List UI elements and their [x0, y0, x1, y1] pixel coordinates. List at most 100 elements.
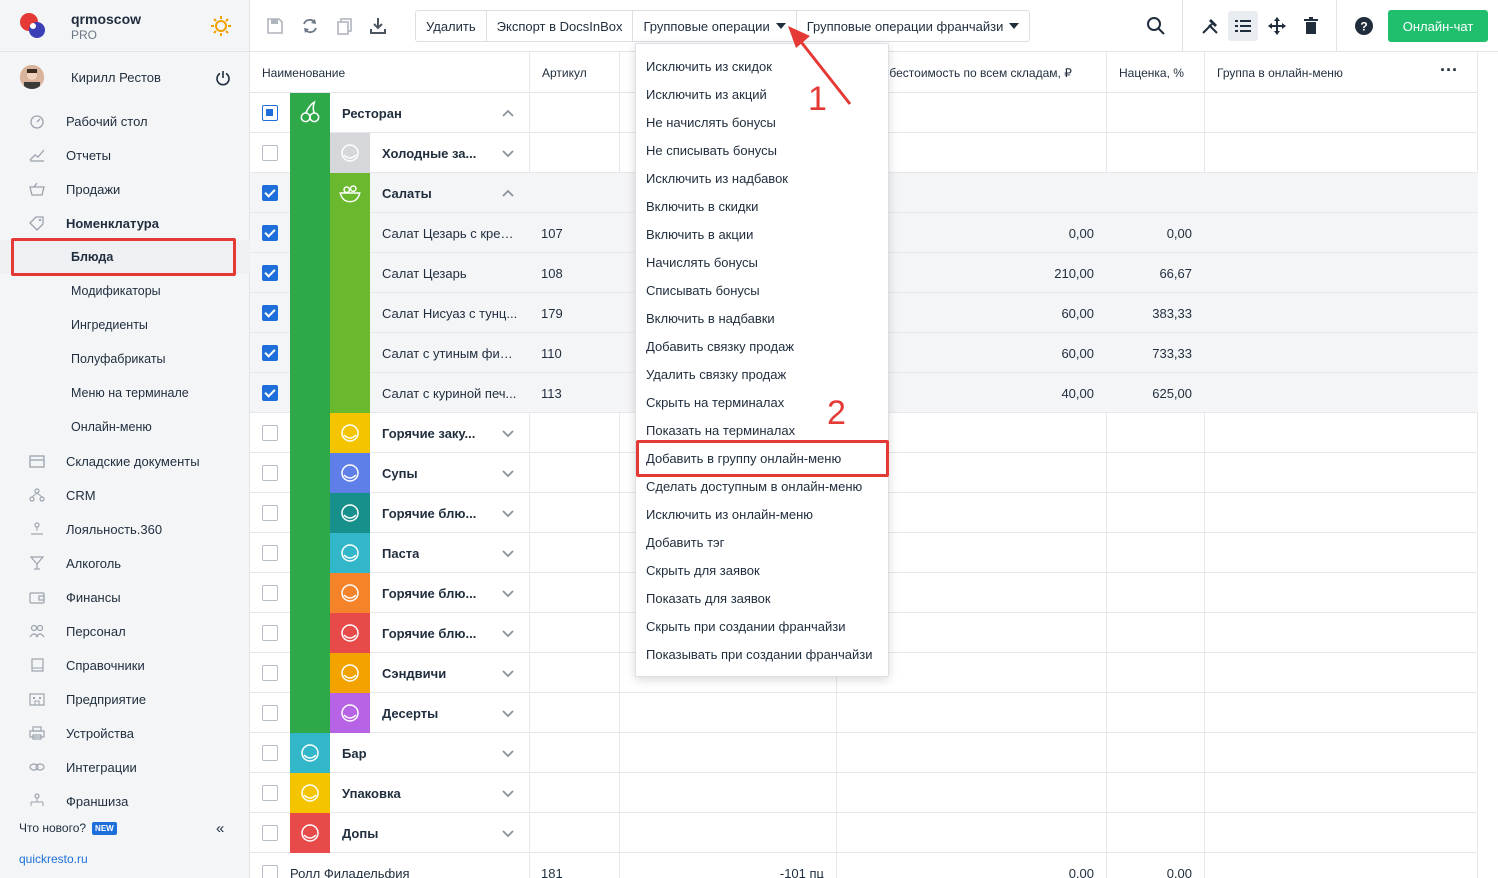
- row-name[interactable]: Упаковка: [342, 786, 401, 801]
- row-name[interactable]: Паста: [382, 546, 419, 561]
- trash-icon[interactable]: [1301, 16, 1321, 36]
- row-checkbox[interactable]: [262, 505, 278, 521]
- chevron-down-icon[interactable]: [502, 627, 514, 639]
- sidebar-item-loyalty[interactable]: Лояльность.360: [0, 512, 250, 546]
- sidebar-item-crm[interactable]: CRM: [0, 478, 250, 512]
- row-checkbox[interactable]: [262, 665, 278, 681]
- menu-item[interactable]: Скрыть на терминалах: [646, 395, 784, 410]
- row-checkbox[interactable]: [262, 425, 278, 441]
- menu-item[interactable]: Показать на терминалах: [646, 423, 795, 438]
- sidebar-item-alcohol[interactable]: Алкоголь: [0, 546, 250, 580]
- sidebar-item-dishes[interactable]: Блюда: [0, 240, 250, 274]
- site-link[interactable]: quickresto.ru: [19, 852, 88, 866]
- column-header-name[interactable]: Наименование: [262, 66, 345, 80]
- chevron-down-icon[interactable]: [502, 467, 514, 479]
- chevron-down-icon[interactable]: [502, 547, 514, 559]
- row-checkbox[interactable]: [262, 465, 278, 481]
- sidebar-item-finance[interactable]: Финансы: [0, 580, 250, 614]
- table-row[interactable]: Ролл Филадельфия 181 -101 пц 0,00 0,00: [250, 853, 1478, 878]
- menu-item[interactable]: Показать для заявок: [646, 591, 771, 606]
- menu-item[interactable]: Исключить из скидок: [646, 59, 772, 74]
- group-operations-button[interactable]: Групповые операции: [633, 11, 797, 41]
- row-checkbox[interactable]: [262, 385, 278, 401]
- column-header-markup[interactable]: Наценка, %: [1119, 66, 1184, 80]
- sidebar-item-enterprise[interactable]: Предприятие: [0, 682, 250, 716]
- row-name[interactable]: Ресторан: [342, 106, 402, 121]
- menu-item[interactable]: Показывать при создании франчайзи: [646, 647, 872, 662]
- menu-item[interactable]: Начислять бонусы: [646, 255, 758, 270]
- menu-item[interactable]: Включить в надбавки: [646, 311, 775, 326]
- logout-power-icon[interactable]: [215, 70, 231, 86]
- sidebar-item-nomenclature[interactable]: Номенклатура: [0, 206, 250, 240]
- row-checkbox[interactable]: [262, 105, 278, 121]
- menu-item[interactable]: Добавить тэг: [646, 535, 724, 550]
- group-row[interactable]: Десерты: [250, 693, 1478, 733]
- row-name[interactable]: Десерты: [382, 706, 438, 721]
- menu-item[interactable]: Скрыть для заявок: [646, 563, 760, 578]
- chevron-down-icon[interactable]: [502, 707, 514, 719]
- menu-item[interactable]: Исключить из онлайн-меню: [646, 507, 813, 522]
- row-name[interactable]: Салат с куриной печ...: [382, 386, 516, 401]
- row-checkbox[interactable]: [262, 825, 278, 841]
- menu-item[interactable]: Исключить из акций: [646, 87, 767, 102]
- sidebar-item-references[interactable]: Справочники: [0, 648, 250, 682]
- row-checkbox[interactable]: [262, 145, 278, 161]
- row-checkbox[interactable]: [262, 345, 278, 361]
- row-checkbox[interactable]: [262, 305, 278, 321]
- row-checkbox[interactable]: [262, 545, 278, 561]
- chevron-down-icon[interactable]: [502, 507, 514, 519]
- delete-button[interactable]: Удалить: [416, 11, 487, 41]
- row-name[interactable]: Горячие заку...: [382, 426, 475, 441]
- menu-item-add-to-online-group[interactable]: Добавить в группу онлайн-меню: [646, 451, 841, 466]
- tools-icon[interactable]: [1200, 16, 1220, 36]
- sidebar-item-sales[interactable]: Продажи: [0, 172, 250, 206]
- row-checkbox[interactable]: [262, 225, 278, 241]
- column-header-cost[interactable]: ля себестоимость по всем складам, ₽: [860, 66, 1098, 80]
- row-checkbox[interactable]: [262, 265, 278, 281]
- user-name[interactable]: Кирилл Рестов: [71, 70, 161, 85]
- menu-item[interactable]: Списывать бонусы: [646, 283, 760, 298]
- help-icon[interactable]: ?: [1354, 16, 1374, 36]
- row-checkbox[interactable]: [262, 585, 278, 601]
- chevron-up-icon[interactable]: [502, 107, 514, 119]
- row-name[interactable]: Салат Цезарь с крев...: [382, 226, 518, 241]
- menu-item[interactable]: Удалить связку продаж: [646, 367, 786, 382]
- menu-item[interactable]: Включить в акции: [646, 227, 753, 242]
- group-row[interactable]: Упаковка: [250, 773, 1478, 813]
- row-checkbox[interactable]: [262, 745, 278, 761]
- menu-item[interactable]: Скрыть при создании франчайзи: [646, 619, 846, 634]
- sidebar-item-modifiers[interactable]: Модификаторы: [0, 274, 250, 308]
- menu-item[interactable]: Не начислять бонусы: [646, 115, 776, 130]
- row-checkbox[interactable]: [262, 185, 278, 201]
- sidebar-item-semifinished[interactable]: Полуфабрикаты: [0, 342, 250, 376]
- column-menu-icon[interactable]: ···: [1440, 60, 1458, 81]
- column-header-online-group[interactable]: Группа в онлайн-меню: [1217, 66, 1343, 80]
- sidebar-item-ingredients[interactable]: Ингредиенты: [0, 308, 250, 342]
- download-icon[interactable]: [368, 16, 388, 36]
- chevron-down-icon[interactable]: [502, 147, 514, 159]
- row-checkbox[interactable]: [262, 625, 278, 641]
- list-view-toggle[interactable]: [1228, 11, 1258, 41]
- copy-icon[interactable]: [335, 16, 355, 36]
- row-name[interactable]: Горячие блю...: [382, 506, 476, 521]
- chevron-down-icon[interactable]: [502, 747, 514, 759]
- collapse-sidebar-icon[interactable]: «: [216, 820, 224, 837]
- menu-item[interactable]: Исключить из надбавок: [646, 171, 788, 186]
- row-name[interactable]: Салат Цезарь: [382, 266, 467, 281]
- refresh-icon[interactable]: [300, 16, 320, 36]
- row-name[interactable]: Ролл Филадельфия: [290, 866, 410, 878]
- sidebar-item-reports[interactable]: Отчеты: [0, 138, 250, 172]
- row-name[interactable]: Допы: [342, 826, 378, 841]
- menu-item[interactable]: Включить в скидки: [646, 199, 758, 214]
- org-name[interactable]: qrmoscow: [71, 11, 141, 27]
- sidebar-item-warehouse-docs[interactable]: Складские документы: [0, 444, 250, 478]
- sidebar-item-staff[interactable]: Персонал: [0, 614, 250, 648]
- row-checkbox[interactable]: [262, 865, 278, 878]
- chevron-up-icon[interactable]: [502, 187, 514, 199]
- row-name[interactable]: Супы: [382, 466, 418, 481]
- row-name[interactable]: Салат Нисуаз с тунц...: [382, 306, 517, 321]
- row-name[interactable]: Сэндвичи: [382, 666, 446, 681]
- row-checkbox[interactable]: [262, 785, 278, 801]
- theme-sun-icon[interactable]: [210, 15, 232, 37]
- chevron-down-icon[interactable]: [502, 787, 514, 799]
